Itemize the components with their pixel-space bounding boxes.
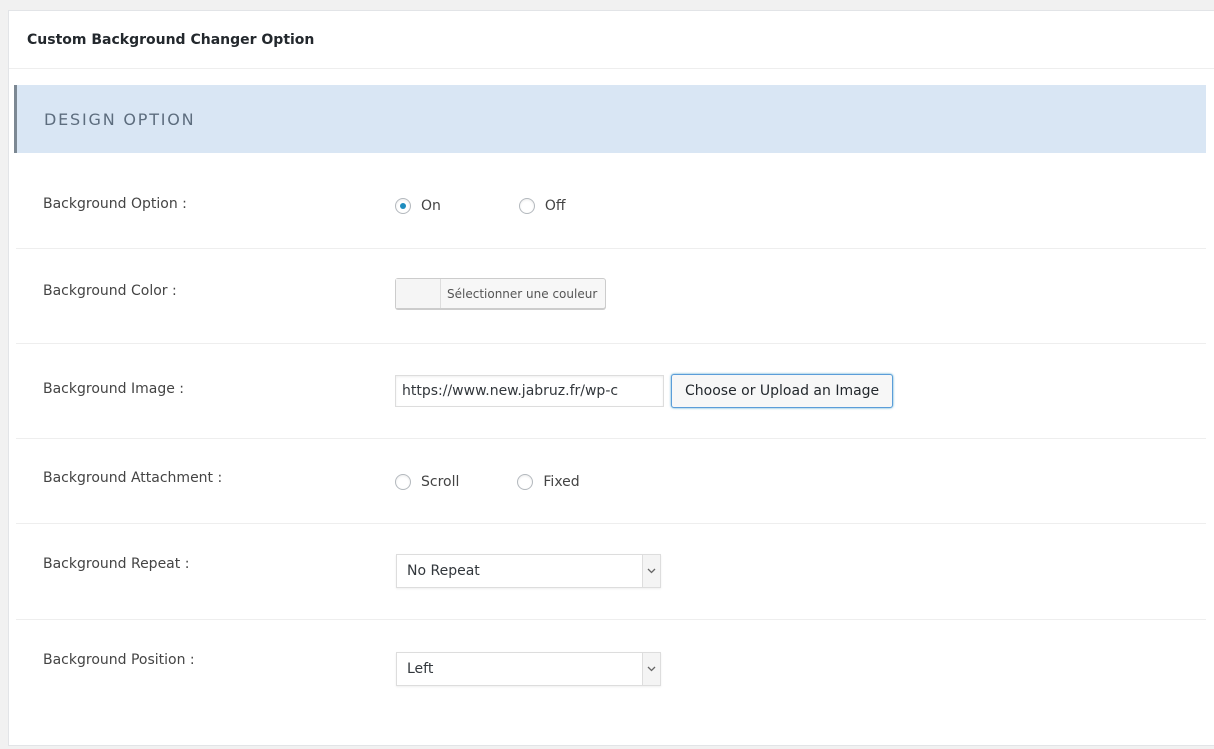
row-background-image: Background Image : https://www.new.jabru… [16,344,1206,439]
background-position-select[interactable]: Left [396,652,661,686]
background-attachment-fixed[interactable]: Fixed [517,474,580,490]
background-option-off-label: Off [544,198,566,214]
background-image-control: https://www.new.jabruz.fr/wp-c Choose or… [395,374,894,408]
background-color-control: Sélectionner une couleur [395,278,607,309]
background-attachment-fixed-label: Fixed [543,474,580,490]
background-image-url-input[interactable]: https://www.new.jabruz.fr/wp-c [395,375,664,407]
row-background-position: Background Position : Left [16,620,1206,726]
background-image-label: Background Image : [43,381,184,397]
section-header: DESIGN OPTION [14,85,1206,153]
background-position-selected: Left [407,661,434,677]
row-background-option: Background Option : On Off [16,153,1206,249]
row-background-attachment: Background Attachment : Scroll Fixed [16,439,1206,524]
radio-checked-icon[interactable] [395,198,411,214]
radio-unchecked-icon[interactable] [518,198,535,214]
background-attachment-scroll[interactable]: Scroll [395,474,459,490]
background-attachment-label: Background Attachment : [43,470,223,486]
background-position-control: Left [396,652,661,686]
choose-upload-image-button[interactable]: Choose or Upload an Image [671,374,894,408]
background-repeat-label: Background Repeat : [43,556,190,572]
background-repeat-select[interactable]: No Repeat [396,554,661,588]
background-option-radio-group: On Off [395,198,566,214]
background-attachment-radio-group: Scroll Fixed [395,474,580,490]
background-repeat-control: No Repeat [396,554,661,588]
background-attachment-scroll-label: Scroll [421,474,460,490]
top-strip [0,0,1214,10]
background-repeat-selected: No Repeat [407,563,480,579]
select-color-label: Sélectionner une couleur [447,286,598,301]
row-background-color: Background Color : Sélectionner une coul… [16,249,1206,344]
radio-dot-icon [400,203,406,209]
panel-header: Custom Background Changer Option [9,11,1214,69]
chevron-down-icon[interactable] [642,555,660,587]
background-option-on-label: On [421,198,441,214]
background-option-off[interactable]: Off [518,198,566,214]
select-color-button[interactable]: Sélectionner une couleur [395,278,607,309]
background-position-label: Background Position : [43,652,195,668]
section-title: DESIGN OPTION [44,109,196,129]
radio-unchecked-icon[interactable] [395,474,411,490]
background-color-label: Background Color : [43,283,177,299]
row-background-repeat: Background Repeat : No Repeat [16,524,1206,620]
radio-unchecked-icon[interactable] [517,474,534,490]
chevron-down-icon[interactable] [642,653,660,685]
panel-title: Custom Background Changer Option [27,31,315,48]
background-option-on[interactable]: On [395,198,441,214]
color-swatch[interactable] [396,279,441,308]
background-option-label: Background Option : [43,196,187,212]
